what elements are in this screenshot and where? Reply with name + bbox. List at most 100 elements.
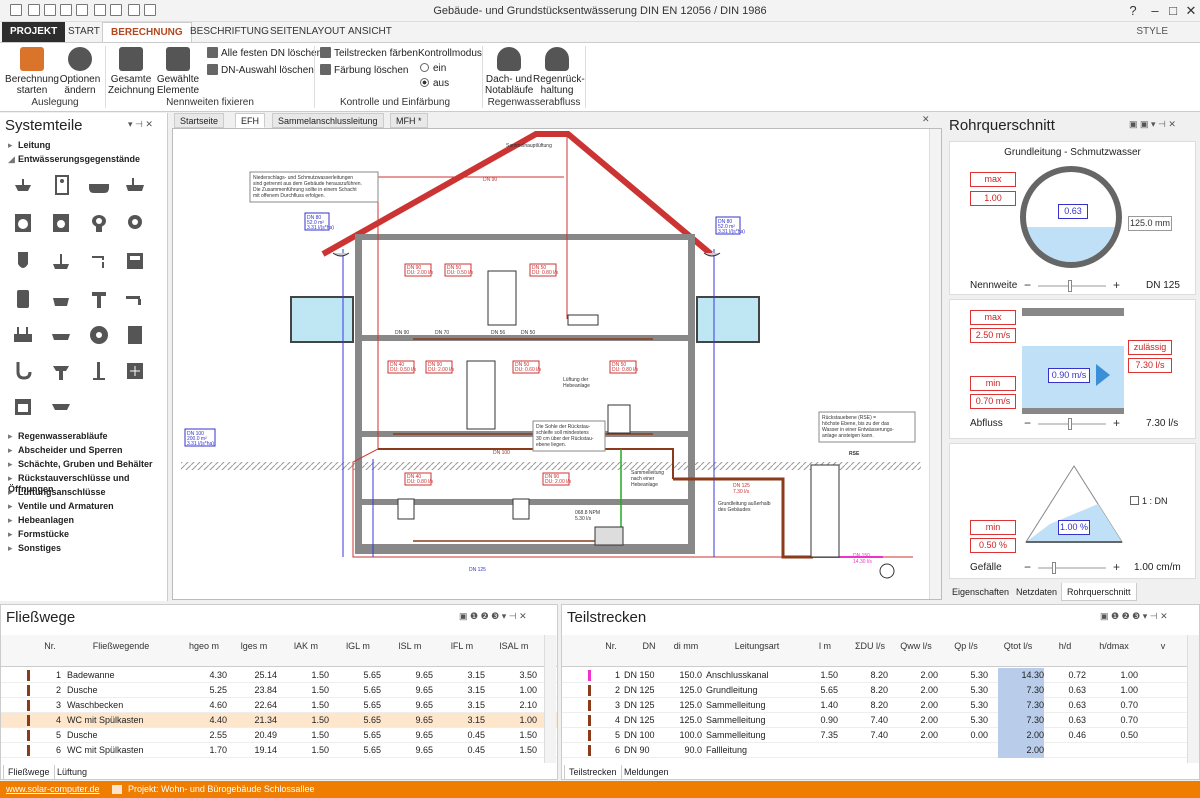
wc-icon[interactable] <box>124 212 146 234</box>
doc-tab-sammelanschluss[interactable]: Sammelanschlussleitung <box>272 113 384 128</box>
gewaehlte-elemente-button[interactable]: Gewählte Elemente <box>156 45 200 96</box>
ratio-checkbox[interactable]: 1 : DN <box>1130 496 1168 506</box>
dryer-icon[interactable] <box>50 212 72 234</box>
shower-icon[interactable] <box>50 174 72 196</box>
drawing-canvas[interactable]: Niederschlags- und Schmutzwasserleitunge… <box>172 128 942 600</box>
col-header[interactable]: lges m <box>231 641 277 651</box>
tree-lueftung[interactable]: ▸ Lüftungsanschlüsse <box>8 487 106 498</box>
dn-auswahl-loeschen[interactable]: DN-Auswahl löschen <box>207 64 314 78</box>
doc-close-icon[interactable]: ✕ <box>922 114 930 125</box>
tab-start[interactable]: START <box>60 22 108 42</box>
col-header[interactable]: h/d <box>1050 641 1080 651</box>
table-row[interactable]: 2 Dusche 5.25 23.84 1.50 5.65 9.65 3.15 1.00 <box>1 683 557 698</box>
floor-drain-icon[interactable] <box>50 250 72 272</box>
grate-icon[interactable] <box>124 360 146 382</box>
table-row[interactable]: 6 DN 90 90.0 Fallleitung 2.00 <box>562 743 1199 758</box>
canvas-scrollbar[interactable] <box>929 129 941 599</box>
boiler-icon[interactable] <box>12 288 34 310</box>
tab-rohrquerschnitt[interactable]: Rohrquerschnitt <box>1061 583 1137 601</box>
panel-menu-icon[interactable]: ▣ ❶ ❷ ❸ ▾ ⊣ ✕ <box>1100 611 1168 622</box>
col-header[interactable]: Qww l/s <box>898 641 934 651</box>
cabinet-icon[interactable] <box>124 324 146 346</box>
round-basin-icon[interactable] <box>88 324 110 346</box>
tree-abscheider[interactable]: ▸ Abscheider und Sperren <box>8 445 123 456</box>
close-button[interactable]: ✕ <box>1182 2 1200 20</box>
col-header[interactable]: lGL m <box>335 641 381 651</box>
multi-fixture-icon[interactable] <box>12 324 34 346</box>
tab-lueftung[interactable]: Lüftung <box>53 765 91 780</box>
sink-icon[interactable] <box>124 174 146 196</box>
doc-tab-startseite[interactable]: Startseite <box>174 113 225 128</box>
col-header[interactable]: h/dmax <box>1092 641 1136 651</box>
washbasin-icon[interactable] <box>12 174 34 196</box>
urinal-icon[interactable] <box>12 250 34 272</box>
table-row[interactable]: 4 WC mit Spülkasten 4.40 21.34 1.50 5.65 9.65 3… <box>1 713 557 728</box>
berechnung-starten-button[interactable]: Berechnung starten <box>4 45 60 96</box>
tree-leitung[interactable]: ▸ Leitung <box>8 140 51 151</box>
shower-head-icon[interactable] <box>88 360 110 382</box>
bidet-icon[interactable] <box>50 288 72 310</box>
faucet-icon[interactable] <box>88 250 110 272</box>
tray-icon[interactable] <box>50 396 72 418</box>
kontrollmodus-ein[interactable]: ein <box>420 62 446 76</box>
gesamte-zeichnung-button[interactable]: Gesamte Zeichnung <box>108 45 155 96</box>
help-icon[interactable]: ? <box>1124 2 1142 20</box>
tab-eigenschaften[interactable]: Eigenschaften <box>947 583 1014 601</box>
maximize-button[interactable]: □ <box>1164 2 1182 20</box>
col-header[interactable]: Fließwegende <box>71 641 171 651</box>
col-header[interactable]: Nr. <box>602 641 620 651</box>
col-header[interactable]: lSL m <box>387 641 433 651</box>
col-header[interactable]: Nr. <box>41 641 59 651</box>
table-row[interactable]: 2 DN 125 125.0 Grundleitung 5.65 8.20 2.00 5.30… <box>562 683 1199 698</box>
tab-fliesswege[interactable]: Fließwege <box>3 765 55 780</box>
fountain-icon[interactable] <box>88 288 110 310</box>
tree-hebeanlagen[interactable]: ▸ Hebeanlagen <box>8 515 74 526</box>
gefaelle-slider[interactable]: − + <box>1022 560 1122 575</box>
panel-menu-icon[interactable]: ▣ ❶ ❷ ❸ ▾ ⊣ ✕ <box>459 611 527 622</box>
doc-tab-efh[interactable]: EFH <box>235 113 265 128</box>
tree-ventile[interactable]: ▸ Ventile und Armaturen <box>8 501 114 512</box>
siphon-icon[interactable] <box>12 360 34 382</box>
abfluss-slider[interactable]: − + <box>1022 416 1122 431</box>
col-header[interactable]: lSAL m <box>491 641 537 651</box>
col-header[interactable]: Qtot l/s <box>998 641 1038 651</box>
regenrueckhaltung-button[interactable]: Regenrück-haltung <box>533 45 585 96</box>
col-header[interactable]: hgeo m <box>181 641 227 651</box>
tap-icon[interactable] <box>124 288 146 310</box>
col-header[interactable]: Leitungsart <box>712 641 802 651</box>
tree-formstuecke[interactable]: ▸ Formstücke <box>8 529 69 540</box>
bathtub-icon[interactable] <box>88 174 110 196</box>
tree-sonstiges[interactable]: ▸ Sonstiges <box>8 543 61 554</box>
table-row[interactable]: 5 DN 100 100.0 Sammelleitung 7.35 7.40 2.00 0.0… <box>562 728 1199 743</box>
tab-berechnung[interactable]: BERECHNUNG <box>102 22 192 42</box>
tree-regenwasser[interactable]: ▸ Regenwasserabläufe <box>8 431 108 442</box>
table-row[interactable]: 3 DN 125 125.0 Sammelleitung 1.40 8.20 2.00 5.3… <box>562 698 1199 713</box>
tab-projekt[interactable]: PROJEKT <box>2 22 66 42</box>
table-row[interactable]: 1 DN 150 150.0 Anschlusskanal 1.50 8.20 2.00 5.… <box>562 668 1199 683</box>
col-header[interactable]: Qp l/s <box>948 641 984 651</box>
tab-ansicht[interactable]: ANSICHT <box>340 22 400 42</box>
washing-machine-icon[interactable] <box>12 212 34 234</box>
tree-schaechte[interactable]: ▸ Schächte, Gruben und Behälter <box>8 459 153 470</box>
faerbung-loeschen[interactable]: Färbung löschen <box>320 64 409 78</box>
col-header[interactable]: DN <box>634 641 664 651</box>
pedestal-basin-icon[interactable] <box>50 360 72 382</box>
dach-notablaeufe-button[interactable]: Dach- und Notabläufe <box>485 45 533 96</box>
col-header[interactable]: v <box>1148 641 1178 651</box>
oven-icon[interactable] <box>12 396 34 418</box>
alle-festen-dn-loeschen[interactable]: Alle festen DN löschen <box>207 47 322 61</box>
website-link[interactable]: www.solar-computer.de <box>6 781 100 798</box>
tab-teilstrecken[interactable]: Teilstrecken <box>564 765 622 780</box>
minimize-button[interactable]: – <box>1146 2 1164 20</box>
style-dropdown[interactable]: STYLE <box>1136 26 1168 37</box>
col-header[interactable]: lAK m <box>283 641 329 651</box>
tab-meldungen[interactable]: Meldungen <box>620 765 673 780</box>
col-header[interactable]: l m <box>812 641 838 651</box>
col-header[interactable]: ΣDU l/s <box>852 641 888 651</box>
panel-menu-icon[interactable]: ▾ ⊣ ✕ <box>128 119 153 130</box>
tab-netzdaten[interactable]: Netzdaten <box>1011 583 1062 601</box>
toilet-icon[interactable] <box>88 212 110 234</box>
col-header[interactable]: di mm <box>670 641 702 651</box>
table-row[interactable]: 6 WC mit Spülkasten 1.70 19.14 1.50 5.65 9.65 0… <box>1 743 557 758</box>
table-row[interactable]: 1 Badewanne 4.30 25.14 1.50 5.65 9.65 3.15 3.50 <box>1 668 557 683</box>
